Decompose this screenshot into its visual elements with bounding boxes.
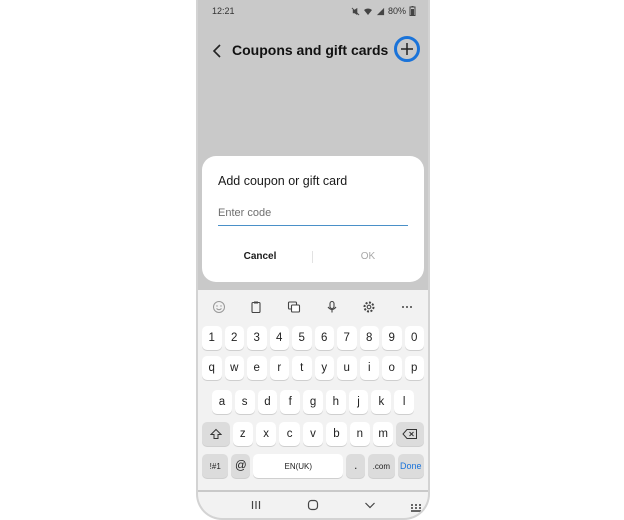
letter-row-2: a s d f g h j k l [212,390,415,414]
back-button[interactable] [206,40,228,62]
recent-apps-icon [252,501,261,509]
translate-button[interactable] [285,298,303,316]
key-i[interactable]: i [359,356,379,380]
key-z[interactable]: z [232,422,253,446]
bottom-row: !#1 @ EN(UK) . .com Done [202,454,424,478]
key-v[interactable]: v [302,422,324,446]
key-d[interactable]: d [257,390,278,414]
backspace-key[interactable] [396,422,424,446]
key-q[interactable]: q [202,356,222,380]
more-horizontal-icon [402,306,413,308]
mute-icon [351,7,360,15]
status-time: 12:21 [212,6,235,16]
dialog-title: Add coupon or gift card [218,174,348,188]
key-l[interactable]: l [394,390,415,414]
key-e[interactable]: e [247,356,267,380]
key-j[interactable]: j [348,390,369,414]
clipboard-icon [251,301,262,314]
key-f[interactable]: f [280,390,301,414]
key-3[interactable]: 3 [247,326,267,350]
key-m[interactable]: m [373,422,394,446]
key-4[interactable]: 4 [269,326,289,350]
battery-icon [409,6,416,16]
key-p[interactable]: p [404,356,424,380]
plus-icon [401,43,413,55]
key-2[interactable]: 2 [224,326,244,350]
hide-keyboard-button[interactable] [360,495,380,515]
backspace-icon [402,429,418,439]
phone-frame: 12:21 80% Coupons and gift cards Add cou… [196,0,430,520]
key-8[interactable]: 8 [359,326,379,350]
keyboard-switch-button[interactable] [410,500,422,518]
home-icon [307,499,319,511]
recent-apps-button[interactable] [246,495,266,515]
key-5[interactable]: 5 [292,326,312,350]
letter-row-1: q w e r t y u i o p [202,356,424,380]
app-header: Coupons and gift cards [198,34,428,68]
key-k[interactable]: k [371,390,392,414]
letter-row-3: z x c v b n m [202,422,424,446]
voice-input-button[interactable] [323,298,341,316]
dotcom-key[interactable]: .com [368,454,395,478]
microphone-icon [327,300,337,313]
cancel-button[interactable]: Cancel [210,246,310,268]
key-o[interactable]: o [382,356,402,380]
key-c[interactable]: c [279,422,300,446]
done-key[interactable]: Done [397,454,424,478]
chevron-down-icon [364,502,375,509]
key-t[interactable]: t [292,356,312,380]
settings-button[interactable] [360,298,378,316]
clipboard-button[interactable] [247,298,265,316]
button-divider [312,251,313,263]
more-options-button[interactable] [398,298,416,316]
status-bar: 12:21 80% [198,0,428,22]
battery-level: 80% [387,6,406,16]
add-button[interactable] [394,36,420,62]
key-a[interactable]: a [212,390,232,414]
ok-button[interactable]: OK [318,246,418,268]
key-n[interactable]: n [349,422,370,446]
key-7[interactable]: 7 [337,326,357,350]
keyboard-icon [411,504,421,512]
gear-icon [363,301,375,313]
home-button[interactable] [303,495,323,515]
key-r[interactable]: r [269,356,289,380]
emoji-icon [212,301,225,313]
key-b[interactable]: b [326,422,347,446]
at-key[interactable]: @ [231,454,251,478]
key-1[interactable]: 1 [202,326,222,350]
key-0[interactable]: 0 [404,326,424,350]
shift-icon [209,428,222,439]
translate-icon [288,301,301,313]
key-6[interactable]: 6 [314,326,334,350]
space-key[interactable]: EN(UK) [253,454,344,478]
code-input[interactable] [218,204,408,226]
key-x[interactable]: x [255,422,277,446]
key-u[interactable]: u [337,356,357,380]
navigation-bar [198,492,428,518]
symbols-key[interactable]: !#1 [202,454,229,478]
key-w[interactable]: w [224,356,244,380]
emoji-button[interactable] [210,298,228,316]
key-9[interactable]: 9 [382,326,402,350]
keyboard-toolbar [198,294,428,320]
key-h[interactable]: h [325,390,346,414]
signal-icon [376,7,385,15]
keyboard: 1 2 3 4 5 6 7 8 9 0 q w e r t y u i o p … [198,290,428,490]
number-row: 1 2 3 4 5 6 7 8 9 0 [202,326,424,350]
period-key[interactable]: . [346,454,366,478]
key-y[interactable]: y [314,356,334,380]
key-s[interactable]: s [234,390,255,414]
add-coupon-dialog: Add coupon or gift card Cancel OK [202,156,424,282]
key-g[interactable]: g [303,390,323,414]
shift-key[interactable] [202,422,230,446]
page-title: Coupons and gift cards [232,42,389,58]
wifi-icon [363,7,372,15]
chevron-left-icon [212,44,221,58]
